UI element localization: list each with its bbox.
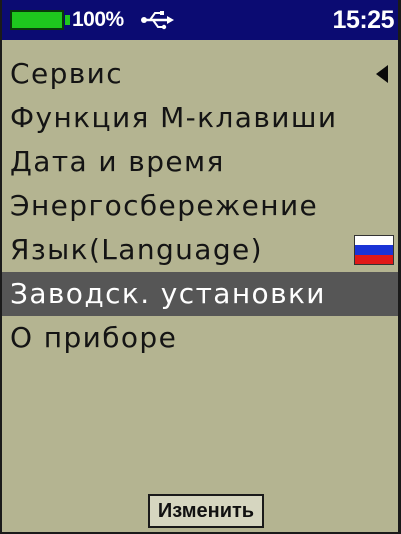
settings-menu: Сервис Функция М-клавиши Дата и время Эн… xyxy=(2,52,398,360)
arrow-left-icon xyxy=(376,65,388,83)
russian-flag-icon xyxy=(354,235,394,265)
menu-item-label: Энергосбережение xyxy=(10,189,319,222)
menu-item-date-time[interactable]: Дата и время xyxy=(2,140,398,184)
menu-item-label: Сервис xyxy=(10,57,124,90)
menu-item-language[interactable]: Язык(Language) xyxy=(2,228,398,272)
menu-item-m-key-function[interactable]: Функция М-клавиши xyxy=(2,96,398,140)
menu-item-label: Заводск. установки xyxy=(10,277,326,310)
battery-tip xyxy=(65,15,70,25)
menu-item-label: Дата и время xyxy=(10,145,225,178)
status-bar: 100% 15:25 xyxy=(2,0,398,40)
menu-item-label: Функция М-клавиши xyxy=(10,101,338,134)
menu-item-label: О приборе xyxy=(10,321,178,354)
battery-icon xyxy=(10,10,64,30)
battery-percent: 100% xyxy=(72,8,124,31)
menu-item-label: Язык(Language) xyxy=(10,233,263,266)
clock-time: 15:25 xyxy=(332,6,395,34)
menu-item-factory-settings[interactable]: Заводск. установки xyxy=(2,272,398,316)
device-screen: 100% 15:25 Сервис Функция М-клавиши Дата… xyxy=(0,0,401,534)
menu-item-service[interactable]: Сервис xyxy=(2,52,398,96)
usb-icon xyxy=(141,11,174,30)
menu-item-about-device[interactable]: О приборе xyxy=(2,316,398,360)
change-button[interactable]: Изменить xyxy=(148,494,264,528)
menu-item-power-saving[interactable]: Энергосбережение xyxy=(2,184,398,228)
